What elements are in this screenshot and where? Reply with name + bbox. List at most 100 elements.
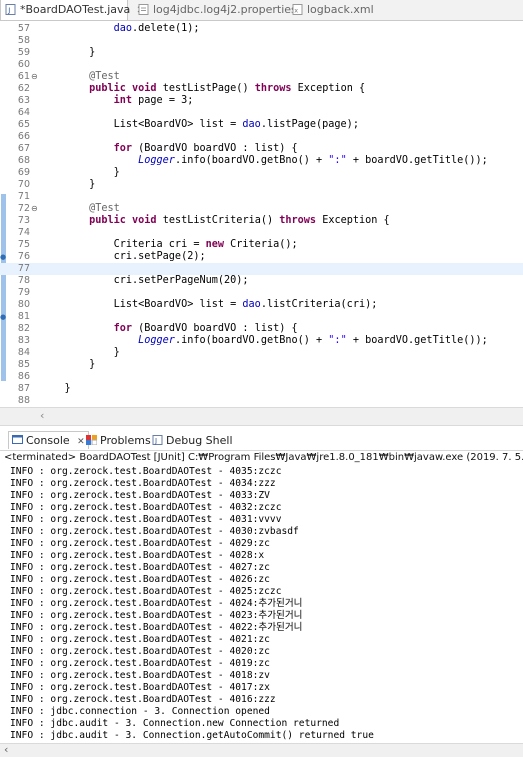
xml-file-icon: x	[292, 4, 303, 15]
scroll-left-icon[interactable]: ‹	[40, 408, 44, 424]
code-line[interactable]: 64	[0, 107, 523, 119]
tab-boarddaotest-java[interactable]: J *BoardDAOTest.java✕	[0, 0, 145, 20]
code-text: }	[40, 347, 120, 358]
code-line[interactable]: 74	[0, 227, 523, 239]
code-line[interactable]: 88	[0, 395, 523, 407]
code-line[interactable]: 69 }	[0, 167, 523, 179]
code-text: List<BoardVO> list = dao.listCriteria(cr…	[40, 299, 378, 310]
editor-tab-bar: J *BoardDAOTest.java✕ log4jdbc.log4j2.pr…	[0, 0, 523, 21]
console-line: INFO : org.zerock.test.BoardDAOTest - 40…	[10, 610, 303, 621]
console-line: INFO : org.zerock.test.BoardDAOTest - 40…	[10, 478, 276, 489]
code-line[interactable]: 61 ⊖ @Test	[0, 71, 523, 83]
breakpoint-marker-icon[interactable]: ●	[0, 251, 8, 263]
line-number: 59	[17, 47, 30, 58]
code-text: dao.delete(1);	[113, 23, 200, 34]
code-line[interactable]: 57 dao.delete(1);	[0, 23, 523, 35]
debug-shell-icon: J	[152, 433, 163, 445]
code-line[interactable]: 73 public void testListCriteria() throws…	[0, 215, 523, 227]
line-number: 80	[17, 299, 30, 310]
console-line: INFO : org.zerock.test.BoardDAOTest - 40…	[10, 586, 282, 597]
code-line[interactable]: 87 }	[0, 383, 523, 395]
code-line[interactable]: 70 }	[0, 179, 523, 191]
code-line[interactable]: 62 public void testListPage() throws Exc…	[0, 83, 523, 95]
console-line: INFO : org.zerock.test.BoardDAOTest - 40…	[10, 694, 276, 705]
code-text: }	[40, 359, 96, 370]
scroll-left-icon[interactable]: ‹	[4, 743, 8, 756]
code-text: }	[40, 167, 120, 178]
console-line: INFO : jdbc.audit - 3. Connection.new Co…	[10, 718, 340, 729]
code-editor[interactable]: 57 dao.delete(1); 58 59 } 60 61 ⊖ @Test 62 pub…	[0, 21, 523, 407]
code-line[interactable]: 67 for (BoardVO boardVO : list) {	[0, 143, 523, 155]
console-output[interactable]: INFO : org.zerock.test.BoardDAOTest - 40…	[0, 465, 523, 743]
tab-label: Problems	[100, 434, 151, 447]
console-line: INFO : org.zerock.test.BoardDAOTest - 40…	[10, 490, 270, 501]
java-file-icon: J	[5, 4, 16, 15]
code-line[interactable]: 83 Logger.info(boardVO.getBno() + ":" + …	[0, 335, 523, 347]
code-line[interactable]: 81 ●	[0, 311, 523, 323]
breakpoint-marker-icon[interactable]: ●	[0, 311, 8, 323]
line-number: 67	[17, 143, 30, 154]
console-tab-bar: Console ✕ Problems J Debug Shell	[0, 430, 523, 451]
line-number: 71	[17, 191, 30, 202]
line-number: 65	[17, 119, 30, 130]
code-line[interactable]: 68 Logger.info(boardVO.getBno() + ":" + …	[0, 155, 523, 167]
console-line: INFO : org.zerock.test.BoardDAOTest - 40…	[10, 682, 270, 693]
code-line[interactable]: 60	[0, 59, 523, 71]
code-line[interactable]: 84 }	[0, 347, 523, 359]
code-line[interactable]: 71	[0, 191, 523, 203]
tab-label: Console	[26, 434, 70, 447]
line-number: 85	[17, 359, 30, 370]
code-line[interactable]: 66	[0, 131, 523, 143]
tab-label: *BoardDAOTest.java	[20, 3, 131, 16]
tab-log4jdbc-properties[interactable]: log4jdbc.log4j2.properties	[134, 0, 297, 20]
line-number: 62	[17, 83, 30, 94]
svg-text:x: x	[294, 7, 298, 15]
tab-console[interactable]: Console ✕	[8, 431, 89, 449]
fold-toggle-icon[interactable]: ⊖	[31, 203, 39, 215]
console-line: INFO : org.zerock.test.BoardDAOTest - 40…	[10, 622, 303, 633]
code-line[interactable]: 77	[0, 263, 523, 275]
code-line[interactable]: 78 cri.setPerPageNum(20);	[0, 275, 523, 287]
console-process-header: <terminated> BoardDAOTest [JUnit] C:₩Pro…	[4, 452, 523, 463]
code-line[interactable]: 86	[0, 371, 523, 383]
line-number: 88	[17, 395, 30, 406]
tab-logback-xml[interactable]: x logback.xml	[288, 0, 378, 20]
console-line: INFO : org.zerock.test.BoardDAOTest - 40…	[10, 574, 270, 585]
code-line[interactable]: 79	[0, 287, 523, 299]
problems-icon	[86, 433, 98, 446]
code-line[interactable]: 63 int page = 3;	[0, 95, 523, 107]
console-line: INFO : org.zerock.test.BoardDAOTest - 40…	[10, 538, 270, 549]
code-text: Criteria cri = new Criteria();	[40, 239, 298, 250]
close-tab-icon[interactable]: ✕	[77, 437, 85, 447]
line-number: 78	[17, 275, 30, 286]
console-line: INFO : org.zerock.test.BoardDAOTest - 40…	[10, 598, 303, 609]
properties-file-icon	[138, 4, 149, 15]
tab-label: Debug Shell	[166, 434, 233, 447]
code-text: Logger.info(boardVO.getBno() + ":" + boa…	[138, 155, 488, 166]
code-line[interactable]: 59 }	[0, 47, 523, 59]
editor-horizontal-scrollbar[interactable]: ‹	[0, 407, 523, 426]
console-icon	[12, 433, 23, 444]
code-text: for (BoardVO boardVO : list) {	[113, 143, 298, 154]
line-number: 82	[17, 323, 30, 334]
code-line[interactable]: 82 for (BoardVO boardVO : list) {	[0, 323, 523, 335]
console-horizontal-scrollbar[interactable]: ‹	[0, 743, 523, 757]
code-line[interactable]: 58	[0, 35, 523, 47]
code-line[interactable]: 65 List<BoardVO> list = dao.listPage(pag…	[0, 119, 523, 131]
line-number: 79	[17, 287, 30, 298]
code-line[interactable]: 72 ⊖ @Test	[0, 203, 523, 215]
code-text: int page = 3;	[113, 95, 194, 106]
svg-text:J: J	[154, 437, 157, 445]
console-line: INFO : org.zerock.test.BoardDAOTest - 40…	[10, 562, 270, 573]
code-text: Logger.info(boardVO.getBno() + ":" + boa…	[138, 335, 488, 346]
line-number: 74	[17, 227, 30, 238]
console-line: INFO : org.zerock.test.BoardDAOTest - 40…	[10, 658, 270, 669]
code-line[interactable]: 85 }	[0, 359, 523, 371]
tab-debug-shell[interactable]: J Debug Shell	[152, 432, 233, 449]
code-line[interactable]: 80 List<BoardVO> list = dao.listCriteria…	[0, 299, 523, 311]
console-line: INFO : org.zerock.test.BoardDAOTest - 40…	[10, 550, 265, 561]
code-line[interactable]: 75 Criteria cri = new Criteria();	[0, 239, 523, 251]
tab-problems[interactable]: Problems	[86, 432, 151, 449]
fold-toggle-icon[interactable]: ⊖	[31, 71, 39, 83]
code-line[interactable]: 76 ● cri.setPage(2);	[0, 251, 523, 263]
